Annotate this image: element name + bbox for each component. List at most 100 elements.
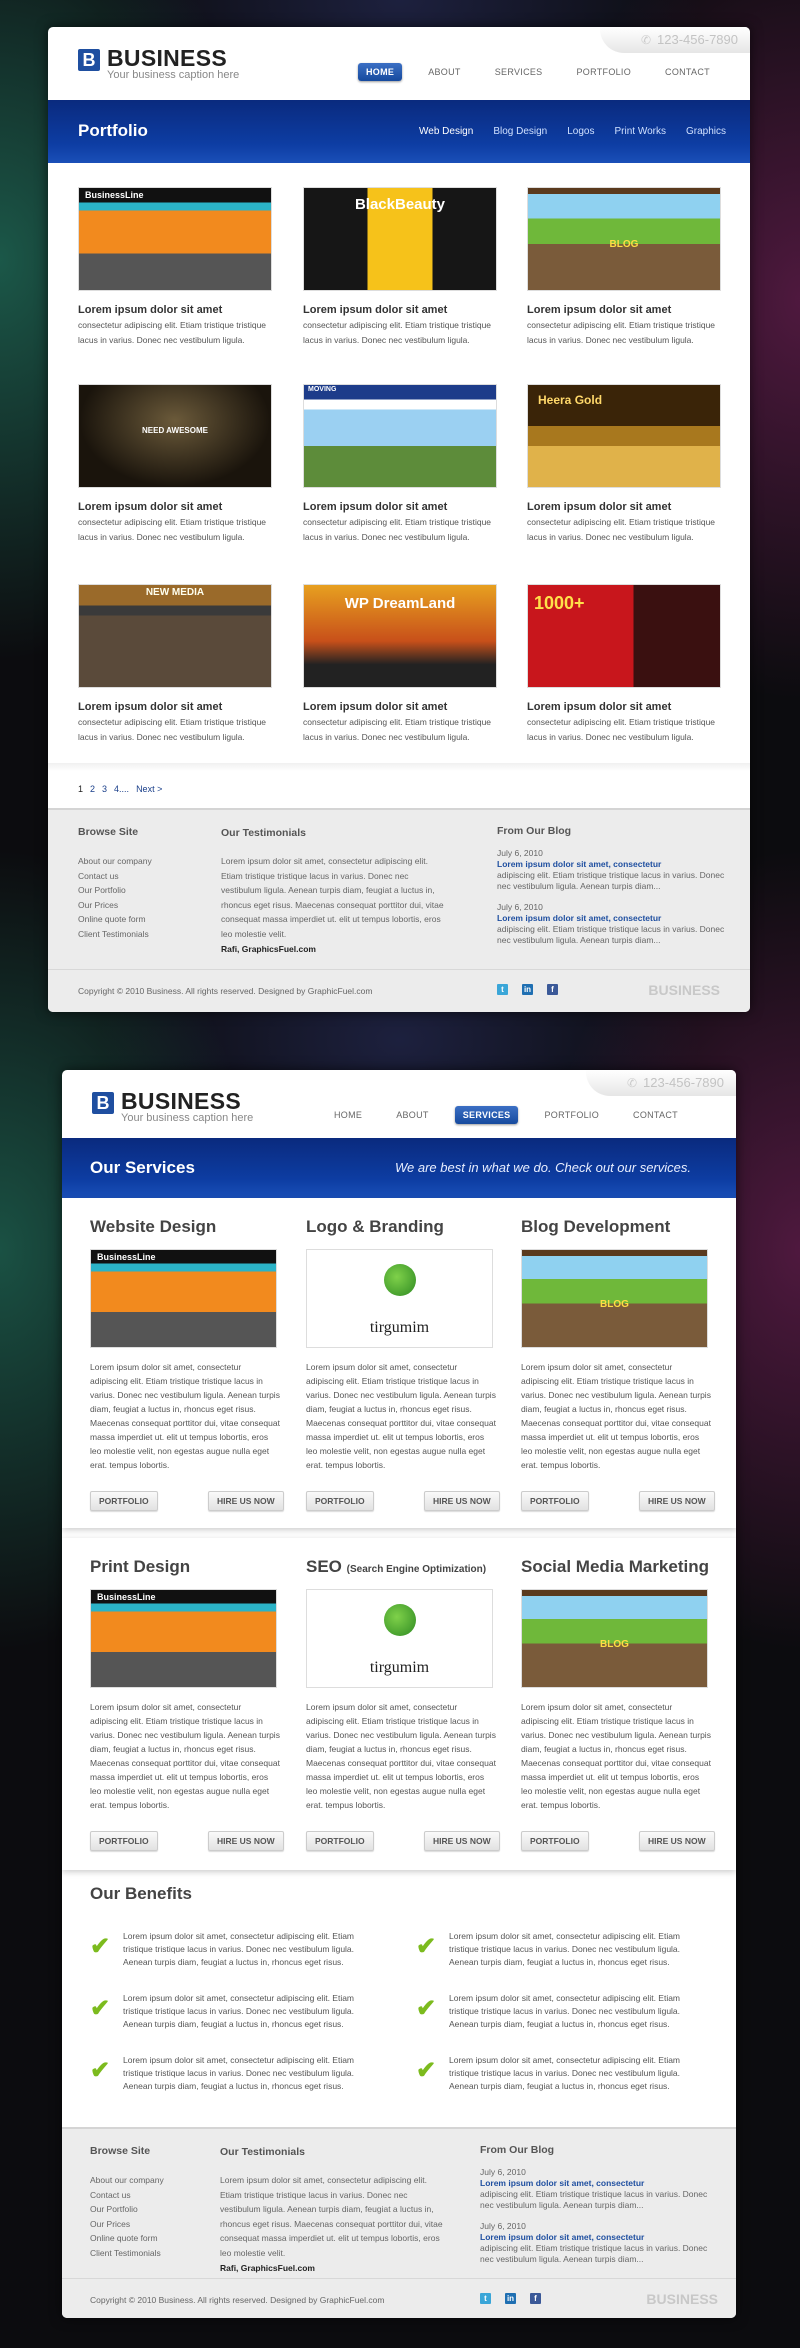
hire-us-button[interactable]: HIRE US NOW: [424, 1831, 500, 1851]
filter-web-design[interactable]: Web Design: [419, 126, 473, 137]
thumbnail-satellite[interactable]: 1000+: [527, 584, 721, 688]
phone-number: ✆ 123-456-7890: [586, 1070, 736, 1096]
facebook-icon[interactable]: f: [547, 984, 558, 995]
portfolio-item-title[interactable]: Lorem ipsum dolor sit amet: [527, 701, 671, 713]
thumbnail-businessline[interactable]: BusinessLine: [90, 1249, 277, 1348]
blog-posts: July 6, 2010 Lorem ipsum dolor sit amet, …: [480, 2167, 710, 2275]
blog-post-link[interactable]: Lorem ipsum dolor sit amet, consectetur: [480, 2232, 710, 2243]
portfolio-item-title[interactable]: Lorem ipsum dolor sit amet: [303, 701, 447, 713]
thumbnail-blog[interactable]: BLOG: [527, 187, 721, 291]
thumbnail-blog[interactable]: BLOG: [521, 1249, 708, 1348]
footer-link[interactable]: Client Testimonials: [90, 2246, 164, 2261]
blog-post-link[interactable]: Lorem ipsum dolor sit amet, consectetur: [497, 913, 727, 924]
blog-post-link[interactable]: Lorem ipsum dolor sit amet, consectetur: [480, 2178, 710, 2189]
thumbnail-gold[interactable]: Heera Gold: [527, 384, 721, 488]
footer-link[interactable]: Our Prices: [90, 2217, 164, 2232]
twitter-icon[interactable]: t: [497, 984, 508, 995]
nav-about[interactable]: ABOUT: [420, 63, 469, 81]
thumbnail-tirgumim[interactable]: tirgumim: [306, 1249, 493, 1348]
logo[interactable]: B BUSINESS Your business caption here: [92, 1090, 253, 1124]
page-link[interactable]: 1: [78, 784, 83, 794]
nav-contact[interactable]: CONTACT: [625, 1106, 686, 1124]
page-link[interactable]: 4....: [114, 784, 129, 794]
thumbnail-blackbeauty[interactable]: BlackBeauty: [303, 187, 497, 291]
footer-link[interactable]: Online quote form: [78, 912, 152, 927]
footer-link[interactable]: Online quote form: [90, 2231, 164, 2246]
footer-link[interactable]: Our Portfolio: [78, 883, 152, 898]
thumbnail-tirgumim[interactable]: tirgumim: [306, 1589, 493, 1688]
hire-us-button[interactable]: HIRE US NOW: [424, 1491, 500, 1511]
portfolio-item-title[interactable]: Lorem ipsum dolor sit amet: [527, 501, 671, 513]
hire-us-button[interactable]: HIRE US NOW: [208, 1491, 284, 1511]
page-link[interactable]: 2: [90, 784, 95, 794]
blog-post-excerpt: adipiscing elit. Etiam tristique tristiq…: [480, 2189, 708, 2210]
blog-post-link[interactable]: Lorem ipsum dolor sit amet, consectetur: [497, 859, 727, 870]
page-link[interactable]: 3: [102, 784, 107, 794]
thumbnail-stage[interactable]: NEED AWESOME: [78, 384, 272, 488]
portfolio-button[interactable]: PORTFOLIO: [306, 1831, 374, 1851]
footer-link[interactable]: Client Testimonials: [78, 927, 152, 942]
portfolio-item-title[interactable]: Lorem ipsum dolor sit amet: [303, 304, 447, 316]
hire-us-button[interactable]: HIRE US NOW: [639, 1831, 715, 1851]
service-title: Print Design: [90, 1557, 190, 1577]
portfolio-button[interactable]: PORTFOLIO: [90, 1491, 158, 1511]
page-link[interactable]: Next >: [136, 784, 162, 794]
phone-icon: ✆: [640, 33, 652, 47]
benefit-text: Lorem ipsum dolor sit amet, consectetur …: [449, 1931, 681, 1967]
thumbnail-lettering: BLOG: [600, 1298, 629, 1310]
nav-contact[interactable]: CONTACT: [657, 63, 718, 81]
nav-services[interactable]: SERVICES: [487, 63, 551, 81]
portfolio-item-text: consectetur adipiscing elit. Etiam trist…: [78, 717, 267, 742]
thumbnail-businessline[interactable]: BusinessLine: [90, 1589, 277, 1688]
footer-link[interactable]: About our company: [90, 2173, 164, 2188]
pagination: 1 2 3 4.... Next >: [78, 784, 162, 794]
page-title: Portfolio: [78, 121, 148, 140]
footer-link[interactable]: Contact us: [78, 869, 152, 884]
portfolio-item-title[interactable]: Lorem ipsum dolor sit amet: [78, 701, 222, 713]
footer-link[interactable]: Our Portfolio: [90, 2202, 164, 2217]
thumbnail-moving[interactable]: MOVING: [303, 384, 497, 488]
thumbnail-blog[interactable]: BLOG: [521, 1589, 708, 1688]
thumbnail-newmedia[interactable]: NEW MEDIA: [78, 584, 272, 688]
nav-home[interactable]: HOME: [326, 1106, 370, 1124]
portfolio-button[interactable]: PORTFOLIO: [521, 1491, 589, 1511]
thumbnail-businessline[interactable]: BusinessLine: [78, 187, 272, 291]
hire-us-button[interactable]: HIRE US NOW: [639, 1491, 715, 1511]
facebook-icon[interactable]: f: [530, 2293, 541, 2304]
nav-portfolio[interactable]: PORTFOLIO: [568, 63, 639, 81]
logo-text: BUSINESS Your business caption here: [107, 47, 239, 82]
logo[interactable]: B BUSINESS Your business caption here: [78, 47, 239, 81]
portfolio-button[interactable]: PORTFOLIO: [306, 1491, 374, 1511]
footer-browse-title: Browse Site: [78, 826, 139, 838]
hire-us-button[interactable]: HIRE US NOW: [208, 1831, 284, 1851]
nav-about[interactable]: ABOUT: [388, 1106, 437, 1124]
nav-portfolio[interactable]: PORTFOLIO: [536, 1106, 607, 1124]
service-title: Website Design: [90, 1217, 216, 1237]
nav-home[interactable]: HOME: [358, 63, 403, 81]
portfolio-button[interactable]: PORTFOLIO: [521, 1831, 589, 1851]
service-name: Blog Development: [521, 1217, 671, 1236]
filter-logos[interactable]: Logos: [567, 126, 594, 137]
footer-link[interactable]: Contact us: [90, 2188, 164, 2203]
portfolio-button[interactable]: PORTFOLIO: [90, 1831, 158, 1851]
filter-blog-design[interactable]: Blog Design: [493, 126, 547, 137]
service-description: Lorem ipsum dolor sit amet, consectetur …: [90, 1702, 280, 1810]
footer-link[interactable]: About our company: [78, 854, 152, 869]
twitter-icon[interactable]: t: [480, 2293, 491, 2304]
nav-services[interactable]: SERVICES: [454, 1106, 519, 1124]
footer-testimonials-title: Our Testimonials: [221, 827, 306, 839]
portfolio-item-title[interactable]: Lorem ipsum dolor sit amet: [527, 304, 671, 316]
thumbnail-dreamland[interactable]: WP DreamLand: [303, 584, 497, 688]
service-name: Social Media Marketing: [521, 1557, 709, 1576]
copyright: Copyright © 2010 Business. All rights re…: [78, 986, 373, 996]
linkedin-icon[interactable]: in: [522, 984, 533, 995]
thumbnail-lettering: BLOG: [609, 239, 639, 250]
linkedin-icon[interactable]: in: [505, 2293, 516, 2304]
filter-print-works[interactable]: Print Works: [614, 126, 666, 137]
portfolio-item-title[interactable]: Lorem ipsum dolor sit amet: [78, 501, 222, 513]
blog-post: July 6, 2010 Lorem ipsum dolor sit amet, …: [480, 2167, 710, 2211]
footer-link[interactable]: Our Prices: [78, 898, 152, 913]
portfolio-item-title[interactable]: Lorem ipsum dolor sit amet: [303, 501, 447, 513]
portfolio-item-title[interactable]: Lorem ipsum dolor sit amet: [78, 304, 222, 316]
filter-graphics[interactable]: Graphics: [686, 126, 726, 137]
